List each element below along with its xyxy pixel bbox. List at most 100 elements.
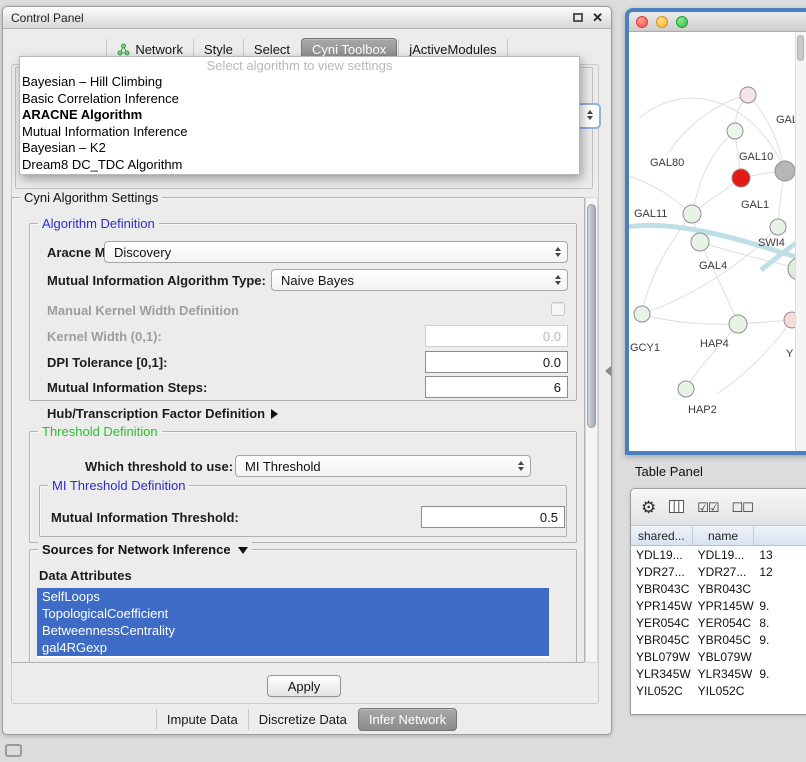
algorithm-option-aracne-algorithm[interactable]: ARACNE Algorithm	[20, 107, 579, 124]
aracne-mode-select[interactable]: Discovery	[104, 241, 568, 263]
network-node[interactable]	[683, 205, 701, 223]
float-window-icon[interactable]	[573, 13, 583, 22]
node-label: GAL4	[699, 260, 727, 272]
node-label: HAP4	[700, 338, 729, 350]
table-row[interactable]: YER054CYER054C8.	[631, 614, 806, 631]
table-row[interactable]: YDR27...YDR27...12	[631, 563, 806, 580]
zoom-traffic-light-icon[interactable]	[676, 16, 688, 28]
network-node[interactable]	[784, 312, 795, 328]
sources-title[interactable]: Sources for Network Inference	[38, 542, 252, 557]
aracne-mode-value: Discovery	[114, 245, 171, 260]
network-node[interactable]	[740, 87, 756, 103]
network-node[interactable]	[678, 381, 694, 397]
settings-scrollbar-thumb[interactable]	[587, 204, 596, 428]
network-node[interactable]	[788, 258, 795, 280]
table-panel-title: Table Panel	[635, 464, 703, 479]
table-cell: YLR345W	[631, 667, 693, 681]
network-view-window[interactable]: GAL80GAL80GAL10GAL11GAL1SWI4GAL4GCY1HAP4…	[625, 8, 806, 455]
sources-title-label: Sources for Network Inference	[42, 542, 231, 557]
table-cell: YBR043C	[693, 582, 755, 596]
tab-label: Cyni Toolbox	[312, 42, 386, 57]
algorithm-option-dream8-dc-tdc-algorithm[interactable]: Dream8 DC_TDC Algorithm	[20, 157, 579, 174]
network-node[interactable]	[691, 233, 709, 251]
table-row[interactable]: YBL079WYBL079W	[631, 648, 806, 665]
table-row[interactable]: YIL052CYIL052C	[631, 682, 806, 699]
network-node[interactable]	[727, 123, 743, 139]
attribute-item-topologicalcoefficient[interactable]: TopologicalCoefficient	[37, 605, 549, 622]
bottom-tab-infer-network[interactable]: Infer Network	[358, 708, 457, 731]
columns-icon[interactable]	[669, 499, 684, 516]
algorithm-option-basic-correlation-inference[interactable]: Basic Correlation Inference	[20, 91, 579, 108]
which-threshold-select[interactable]: MI Threshold	[235, 455, 531, 477]
table-row[interactable]: YPR145WYPR145W9.	[631, 597, 806, 614]
mi-steps-label: Mutual Information Steps:	[47, 380, 207, 396]
network-node[interactable]	[732, 169, 750, 187]
network-node[interactable]	[770, 219, 786, 235]
attribute-item-selfloops[interactable]: SelfLoops	[37, 588, 549, 605]
mi-threshold-input[interactable]: 0.5	[421, 506, 565, 528]
column-header-shared[interactable]: shared...	[631, 526, 693, 545]
minimized-panel-icon[interactable]	[5, 744, 22, 757]
tab-label: Select	[254, 42, 290, 57]
network-edge[interactable]	[686, 324, 738, 389]
network-edge[interactable]	[692, 131, 735, 214]
mi-steps-input[interactable]: 6	[425, 376, 568, 398]
table-row[interactable]: YBR045CYBR045C9.	[631, 631, 806, 648]
dpi-tolerance-label: DPI Tolerance [0,1]:	[47, 355, 167, 371]
node-label: GAL80	[650, 157, 684, 169]
gear-icon[interactable]: ⚙	[641, 499, 656, 516]
combo-arrows-icon	[555, 275, 561, 285]
table-row[interactable]: YBR043CYBR043C	[631, 580, 806, 597]
table-cell: YER054C	[631, 616, 693, 630]
algorithm-option-mutual-information-inference[interactable]: Mutual Information Inference	[20, 124, 579, 141]
table-row[interactable]: YDL19...YDL19...13	[631, 546, 806, 563]
minimize-traffic-light-icon[interactable]	[656, 16, 668, 28]
attribute-item-gal4rgexp[interactable]: gal4RGexp	[37, 639, 549, 656]
network-edge[interactable]	[717, 320, 792, 394]
control-panel-window: Control Panel ✕ NetworkStyleSelectCyni T…	[2, 6, 612, 735]
data-attributes-label: Data Attributes	[39, 568, 132, 584]
table-cell: 8.	[754, 616, 806, 630]
mi-threshold-label: Mutual Information Threshold:	[51, 510, 239, 526]
network-node[interactable]	[775, 161, 795, 181]
table-cell: 9.	[754, 599, 806, 613]
bottom-tab-discretize-data[interactable]: Discretize Data	[248, 709, 357, 730]
column-header-name[interactable]: name	[693, 526, 755, 545]
node-label: Y	[786, 348, 794, 360]
kernel-width-input[interactable]: 0.0	[425, 325, 568, 347]
close-icon[interactable]: ✕	[592, 11, 603, 24]
close-traffic-light-icon[interactable]	[636, 16, 648, 28]
network-node[interactable]	[729, 315, 747, 333]
panel-collapse-icon[interactable]	[605, 366, 611, 376]
deselect-all-icon[interactable]: ☐☐	[732, 501, 753, 514]
data-attributes-list: SelfLoopsTopologicalCoefficientBetweenne…	[37, 588, 549, 658]
table-row[interactable]: YLR345WYLR345W9.	[631, 665, 806, 682]
column-header-extra[interactable]	[754, 526, 806, 545]
network-edge[interactable]	[700, 242, 738, 324]
mi-algorithm-type-select[interactable]: Naive Bayes	[271, 269, 568, 291]
network-edge[interactable]	[642, 314, 738, 324]
algorithm-option-bayesian-hill-climbing[interactable]: Bayesian – Hill Climbing	[20, 74, 579, 91]
network-window-titlebar[interactable]	[629, 12, 806, 32]
attribute-item-betweennesscentrality[interactable]: BetweennessCentrality	[37, 622, 549, 639]
settings-scrollbar[interactable]	[585, 197, 598, 663]
table-cell: YDR27...	[693, 565, 755, 579]
table-header-row: shared...name	[631, 526, 806, 546]
network-node[interactable]	[634, 306, 650, 322]
select-all-icon[interactable]: ☑☑	[697, 501, 718, 514]
apply-button[interactable]: Apply	[267, 675, 341, 697]
network-canvas[interactable]: GAL80GAL80GAL10GAL11GAL1SWI4GAL4GCY1HAP4…	[629, 32, 806, 451]
dpi-tolerance-input[interactable]: 0.0	[425, 351, 568, 373]
bottom-tab-impute-data[interactable]: Impute Data	[156, 709, 248, 730]
network-scrollbar[interactable]	[795, 32, 806, 451]
algorithm-option-bayesian-k2[interactable]: Bayesian – K2	[20, 140, 579, 157]
hub-definition-expander[interactable]: Hub/Transcription Factor Definition	[47, 406, 278, 422]
network-scrollbar-thumb[interactable]	[797, 35, 804, 61]
control-panel-titlebar[interactable]: Control Panel ✕	[3, 7, 611, 29]
manual-kernel-width-checkbox[interactable]	[551, 302, 565, 316]
node-label: GAL11	[634, 208, 667, 220]
tab-label: jActiveModules	[409, 42, 496, 57]
combo-arrows-icon	[587, 110, 593, 120]
table-toolbar: ⚙ ☑☑ ☐☐	[631, 489, 806, 526]
node-label: SWI4	[758, 237, 785, 249]
